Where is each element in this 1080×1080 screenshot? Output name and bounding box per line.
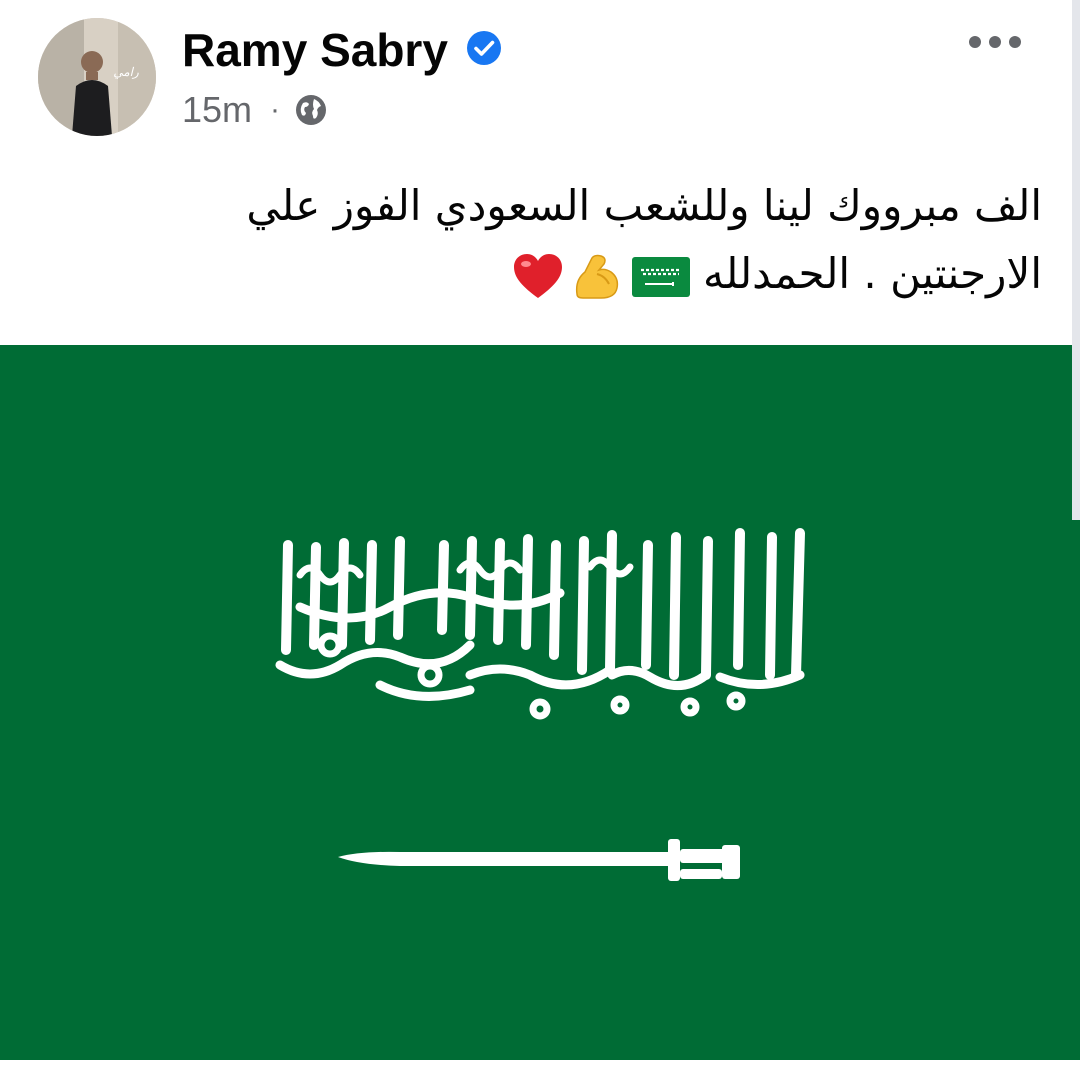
post-meta: 15m · — [182, 88, 328, 132]
facebook-post: رامي Ramy Sabry 15m · الف مبرووك لينا ول… — [0, 0, 1080, 1080]
post-message: الف مبرووك لينا وللشعب السعودي الفوز علي… — [82, 172, 1042, 308]
emoji-group — [511, 250, 691, 304]
scrollbar[interactable] — [1072, 0, 1080, 520]
author-name[interactable]: Ramy Sabry — [182, 22, 448, 78]
more-options-icon — [969, 36, 1021, 48]
more-options-button[interactable] — [960, 24, 1030, 60]
post-footer-divider — [0, 1060, 1080, 1080]
svg-text:رامي: رامي — [113, 65, 139, 79]
post-message-line: الارجنتين . الحمدلله — [82, 240, 1042, 308]
author-avatar[interactable]: رامي — [38, 18, 156, 136]
red-heart-emoji — [513, 253, 562, 298]
globe-icon[interactable] — [294, 93, 328, 127]
avatar-photo: رامي — [38, 18, 156, 136]
post-message-line-text: الارجنتين . الحمدلله — [702, 249, 1042, 298]
meta-separator: · — [270, 93, 281, 126]
post-message-line: الف مبرووك لينا وللشعب السعودي الفوز علي — [246, 181, 1042, 230]
flexed-biceps-emoji — [575, 254, 619, 299]
saudi-flag-emoji — [631, 256, 690, 297]
saudi-flag-graphic — [0, 345, 1080, 1060]
post-image-saudi-flag[interactable] — [0, 345, 1080, 1060]
post-header: رامي Ramy Sabry 15m · — [0, 0, 1080, 150]
verified-badge-icon — [467, 31, 501, 65]
post-timestamp[interactable]: 15m — [182, 89, 252, 131]
